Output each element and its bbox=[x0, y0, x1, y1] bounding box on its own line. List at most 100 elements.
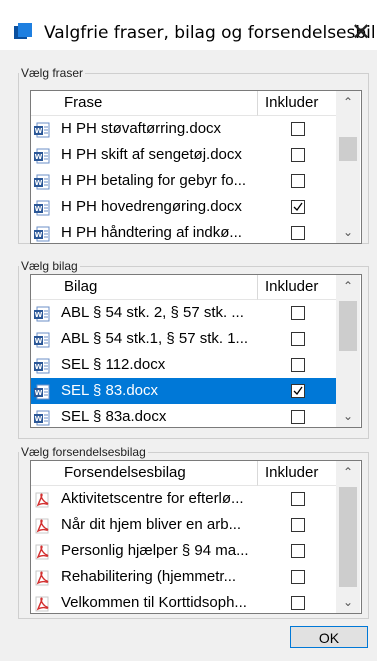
file-name: H PH støvaftørring.docx bbox=[61, 120, 222, 137]
scrollbar[interactable]: ⌃ ⌄ bbox=[336, 461, 360, 613]
include-checkbox[interactable] bbox=[291, 384, 305, 398]
column-header-include[interactable]: Inkluder bbox=[258, 275, 336, 300]
list-item[interactable]: W H PH håndtering af indkø... bbox=[31, 220, 336, 243]
scroll-thumb[interactable] bbox=[339, 137, 357, 161]
scroll-up-icon[interactable]: ⌃ bbox=[336, 91, 360, 113]
svg-text:W: W bbox=[35, 127, 43, 135]
file-name: H PH betaling for gebyr fo... bbox=[61, 172, 247, 189]
scroll-up-icon[interactable]: ⌃ bbox=[336, 275, 360, 297]
column-header-phrase[interactable]: Frase bbox=[31, 91, 258, 116]
include-checkbox[interactable] bbox=[291, 518, 305, 532]
pdf-icon bbox=[34, 491, 50, 508]
svg-text:W: W bbox=[35, 389, 43, 397]
scrollbar[interactable]: ⌃ ⌄ bbox=[336, 91, 360, 243]
svg-text:W: W bbox=[35, 179, 43, 187]
title-bar: Valgfrie fraser, bilag og forsendelsesbi… bbox=[0, 0, 377, 50]
list-item[interactable]: W H PH betaling for gebyr fo... bbox=[31, 168, 336, 194]
file-name: Personlig hjælper § 94 ma... bbox=[61, 542, 249, 559]
pdf-icon bbox=[34, 543, 50, 560]
scroll-down-icon[interactable]: ⌄ bbox=[336, 405, 360, 427]
list-item[interactable]: W ABL § 54 stk. 2, § 57 stk. ... bbox=[31, 300, 336, 326]
pdf-icon bbox=[34, 569, 50, 586]
list-item[interactable]: Aktivitetscentre for efterlø... bbox=[31, 486, 336, 512]
list-item[interactable]: W SEL § 83.docx bbox=[31, 378, 336, 404]
list-item[interactable]: W ABL § 54 stk.1, § 57 stk. 1... bbox=[31, 326, 336, 352]
include-checkbox[interactable] bbox=[291, 358, 305, 372]
include-checkbox[interactable] bbox=[291, 410, 305, 424]
scroll-down-icon[interactable]: ⌄ bbox=[336, 591, 360, 613]
word-icon: W bbox=[34, 147, 50, 164]
file-name: ABL § 54 stk.1, § 57 stk. 1... bbox=[61, 330, 249, 347]
phrases-list[interactable]: Frase Inkluder WH PH støvaftørring.docx W… bbox=[30, 90, 362, 244]
list-item[interactable]: W H PH skift af sengetøj.docx bbox=[31, 142, 336, 168]
include-checkbox[interactable] bbox=[291, 200, 305, 214]
svg-text:W: W bbox=[35, 311, 43, 319]
shipping-legend: Vælg forsendelsesbilag bbox=[21, 445, 146, 459]
column-header-attachment[interactable]: Bilag bbox=[31, 275, 258, 300]
list-header: Forsendelsesbilag Inkluder bbox=[31, 461, 336, 486]
file-name: SEL § 83a.docx bbox=[61, 408, 167, 425]
file-name: Når dit hjem bliver en arb... bbox=[61, 516, 242, 533]
svg-text:W: W bbox=[35, 153, 43, 161]
word-icon: W bbox=[34, 305, 50, 322]
list-item[interactable]: Velkommen til Korttidsoph... bbox=[31, 590, 336, 613]
include-checkbox[interactable] bbox=[291, 332, 305, 346]
column-header-include[interactable]: Inkluder bbox=[258, 91, 336, 116]
close-icon[interactable]: ✕ bbox=[347, 18, 375, 46]
word-icon: W bbox=[34, 331, 50, 348]
include-checkbox[interactable] bbox=[291, 226, 305, 240]
svg-text:W: W bbox=[35, 337, 43, 345]
scroll-up-icon[interactable]: ⌃ bbox=[336, 461, 360, 483]
scrollbar[interactable]: ⌃ ⌄ bbox=[336, 275, 360, 427]
include-checkbox[interactable] bbox=[291, 174, 305, 188]
attachments-list[interactable]: Bilag Inkluder W ABL § 54 stk. 2, § 57 st… bbox=[30, 274, 362, 428]
word-icon: W bbox=[34, 383, 50, 400]
include-checkbox[interactable] bbox=[291, 544, 305, 558]
phrases-legend: Vælg fraser bbox=[21, 66, 84, 80]
file-name: Aktivitetscentre for efterlø... bbox=[61, 490, 244, 507]
include-checkbox[interactable] bbox=[291, 306, 305, 320]
file-name: H PH håndtering af indkø... bbox=[61, 224, 242, 241]
svg-text:W: W bbox=[35, 205, 43, 213]
svg-text:W: W bbox=[35, 363, 43, 371]
list-item[interactable]: Personlig hjælper § 94 ma... bbox=[31, 538, 336, 564]
word-icon: W bbox=[34, 173, 50, 190]
word-icon: W bbox=[34, 357, 50, 374]
word-icon: W bbox=[34, 225, 50, 242]
pdf-icon bbox=[34, 595, 50, 612]
list-item[interactable]: W SEL § 83a.docx bbox=[31, 404, 336, 427]
include-checkbox[interactable] bbox=[291, 148, 305, 162]
word-icon: W bbox=[34, 121, 50, 138]
scroll-down-icon[interactable]: ⌄ bbox=[336, 221, 360, 243]
list-header: Bilag Inkluder bbox=[31, 275, 336, 300]
svg-text:W: W bbox=[35, 231, 43, 239]
pdf-icon bbox=[34, 517, 50, 534]
app-icon bbox=[14, 23, 32, 39]
file-name: H PH skift af sengetøj.docx bbox=[61, 146, 242, 163]
file-name: Velkommen til Korttidsoph... bbox=[61, 594, 247, 611]
shipping-list[interactable]: Forsendelsesbilag Inkluder Aktivitetscen… bbox=[30, 460, 362, 614]
file-name: SEL § 112.docx bbox=[61, 356, 166, 373]
list-item[interactable]: Rehabilitering (hjemmetr... bbox=[31, 564, 336, 590]
column-header-include[interactable]: Inkluder bbox=[258, 461, 336, 486]
include-checkbox[interactable] bbox=[291, 122, 305, 136]
list-item[interactable]: W SEL § 112.docx bbox=[31, 352, 336, 378]
include-checkbox[interactable] bbox=[291, 596, 305, 610]
attachments-legend: Vælg bilag bbox=[21, 259, 78, 273]
list-item[interactable]: Når dit hjem bliver en arb... bbox=[31, 512, 336, 538]
file-name: Rehabilitering (hjemmetr... bbox=[61, 568, 237, 585]
list-header: Frase Inkluder bbox=[31, 91, 336, 116]
ok-button[interactable]: OK bbox=[290, 626, 368, 648]
include-checkbox[interactable] bbox=[291, 570, 305, 584]
scroll-thumb[interactable] bbox=[339, 487, 357, 587]
file-name: SEL § 83.docx bbox=[61, 382, 159, 399]
window-title: Valgfrie fraser, bilag og forsendelsesbi… bbox=[44, 23, 377, 43]
column-header-shipping[interactable]: Forsendelsesbilag bbox=[31, 461, 258, 486]
include-checkbox[interactable] bbox=[291, 492, 305, 506]
list-item[interactable]: W H PH hovedrengøring.docx bbox=[31, 194, 336, 220]
scroll-thumb[interactable] bbox=[339, 301, 357, 351]
list-item[interactable]: W H PH støvaftørring.docx bbox=[31, 116, 336, 142]
word-icon: W bbox=[34, 409, 50, 426]
file-name: H PH hovedrengøring.docx bbox=[61, 198, 242, 215]
svg-text:W: W bbox=[35, 415, 43, 423]
